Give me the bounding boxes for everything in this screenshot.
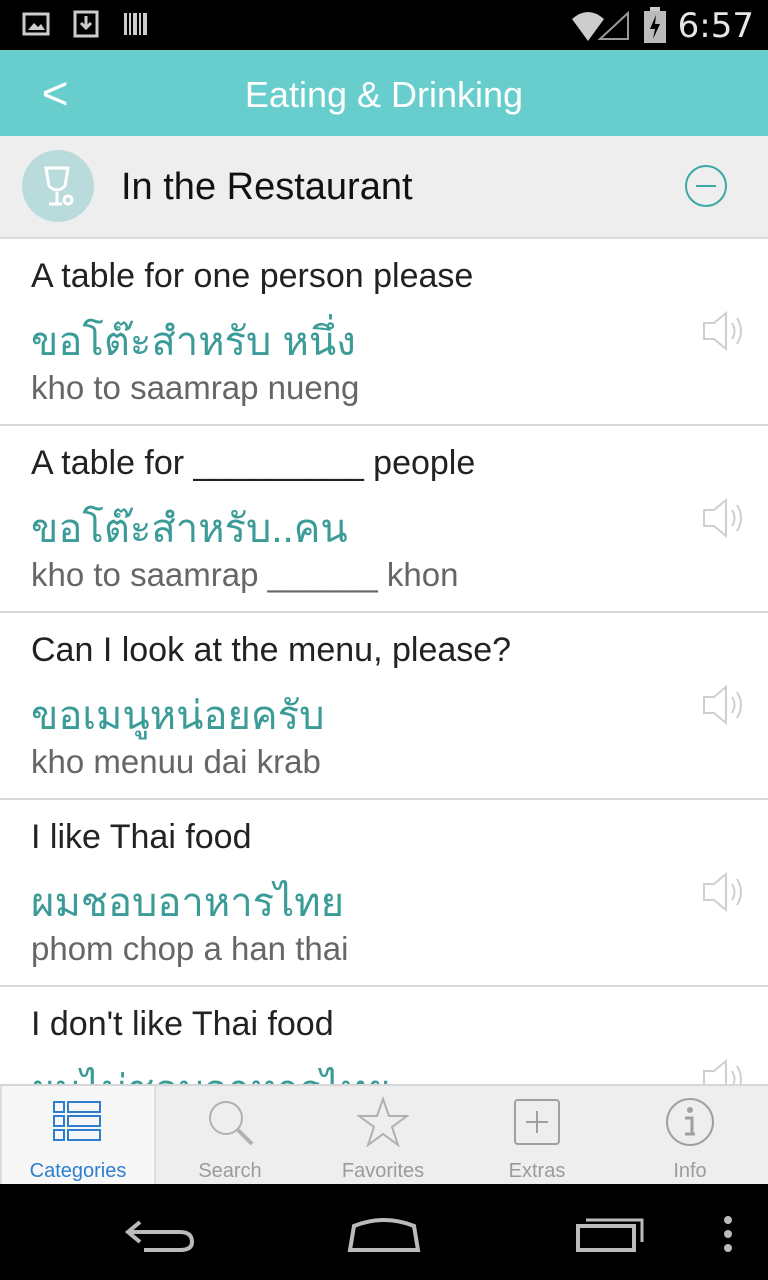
collapse-minus-icon[interactable]: [684, 164, 728, 208]
list-icon: [53, 1101, 101, 1141]
back-nav-icon[interactable]: [124, 1214, 196, 1254]
star-icon: [357, 1096, 409, 1148]
phrase-list[interactable]: A table for one person please ขอโต๊ะสำหร…: [0, 239, 768, 1084]
phrase-english: I like Thai food: [31, 818, 252, 856]
bottom-tab-bar: Categories Search Favorites Extras Info: [0, 1084, 768, 1186]
phrase-thai: ผมไม่ชอบอาหารไทย: [31, 1057, 391, 1084]
phrase-english: A table for one person please: [31, 257, 474, 295]
tab-extras[interactable]: Extras: [461, 1086, 613, 1184]
category-title: In the Restaurant: [121, 166, 413, 208]
wine-glass-icon: [22, 150, 94, 222]
list-item[interactable]: I don't like Thai food ผมไม่ชอบอาหารไทย: [0, 987, 768, 1084]
phrase-thai: ขอโต๊ะสำหรับ..คน: [31, 507, 348, 551]
speaker-icon[interactable]: [700, 683, 750, 727]
tab-info[interactable]: Info: [614, 1086, 766, 1184]
speaker-icon[interactable]: [700, 870, 750, 914]
list-item[interactable]: A table for _________ people ขอโต๊ะสำหรั…: [0, 426, 768, 613]
phrase-thai: ขอเมนูหน่อยครับ: [31, 694, 325, 738]
phrase-english: Can I look at the menu, please?: [31, 631, 512, 669]
phrase-transliteration: phom chop a han thai: [31, 930, 349, 967]
tab-search[interactable]: Search: [154, 1086, 306, 1184]
image-icon: [22, 12, 50, 36]
tab-label: Info: [673, 1160, 707, 1182]
home-nav-icon[interactable]: [346, 1214, 422, 1254]
download-icon: [73, 10, 99, 38]
list-item[interactable]: A table for one person please ขอโต๊ะสำหร…: [0, 239, 768, 426]
phrase-thai: ขอโต๊ะสำหรับ หนึ่ง: [31, 320, 356, 364]
tab-categories[interactable]: Categories: [0, 1086, 156, 1184]
page-title: Eating & Drinking: [244, 74, 524, 115]
system-nav-bar: [0, 1184, 768, 1280]
speaker-icon[interactable]: [700, 1057, 750, 1084]
phrase-transliteration: kho menuu dai krab: [31, 743, 321, 780]
list-item[interactable]: I like Thai food ผมชอบอาหารไทย phom chop…: [0, 800, 768, 987]
speaker-icon[interactable]: [700, 309, 750, 353]
wifi-icon: [571, 10, 629, 41]
tab-favorites[interactable]: Favorites: [307, 1086, 459, 1184]
phrase-english: I don't like Thai food: [31, 1005, 334, 1043]
phrase-transliteration: kho to saamrap nueng: [31, 369, 360, 406]
status-bar: 6:57: [0, 0, 768, 50]
speaker-icon[interactable]: [700, 496, 750, 540]
phrase-english: A table for _________ people: [31, 444, 476, 482]
title-bar: < Eating & Drinking: [0, 50, 768, 136]
recent-apps-icon[interactable]: [574, 1214, 646, 1254]
phrase-thai: ผมชอบอาหารไทย: [31, 881, 345, 925]
phrase-transliteration: kho to saamrap ______ khon: [31, 556, 459, 593]
plus-box-icon: [514, 1099, 560, 1145]
tab-label: Favorites: [341, 1160, 425, 1182]
menu-dots-icon[interactable]: [720, 1214, 736, 1254]
barcode-icon: [124, 13, 147, 35]
tab-label: Search: [198, 1160, 262, 1182]
tab-label: Extras: [508, 1160, 566, 1182]
search-icon: [209, 1101, 254, 1146]
info-icon: [666, 1098, 714, 1146]
tab-label: Categories: [29, 1160, 127, 1182]
category-header[interactable]: In the Restaurant: [0, 136, 768, 239]
battery-icon: [643, 7, 666, 43]
clock: 6:57: [677, 6, 754, 46]
list-item[interactable]: Can I look at the menu, please? ขอเมนูหน…: [0, 613, 768, 800]
